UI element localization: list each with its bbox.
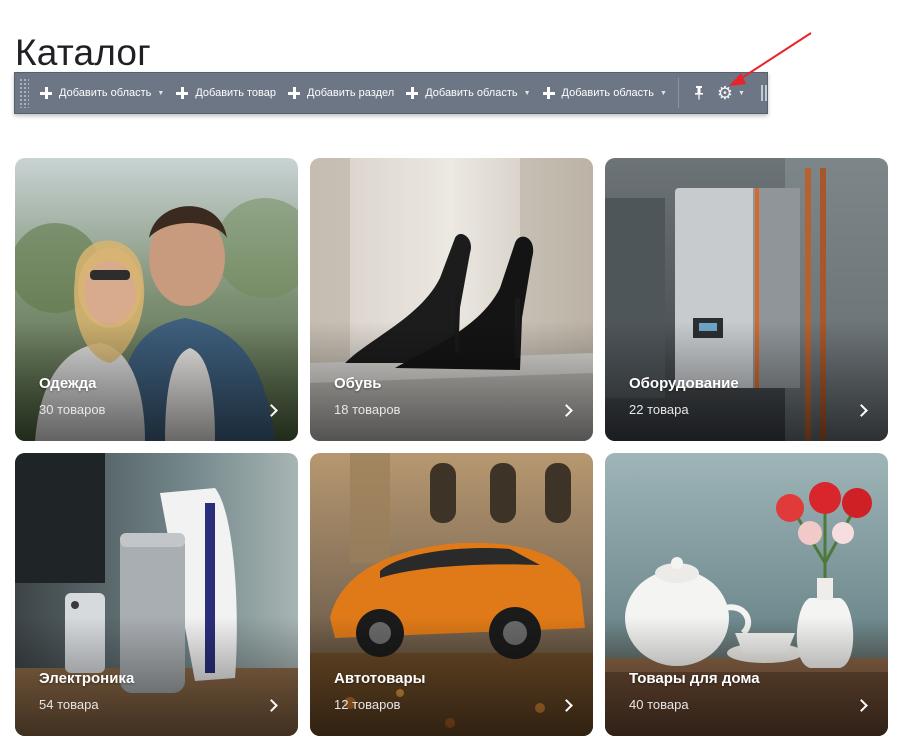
toolbar-divider <box>677 78 679 108</box>
add-area-label: Добавить область <box>561 87 654 99</box>
gear-icon: ⚙ <box>716 82 734 103</box>
add-area-button-2[interactable]: Добавить область ▼ <box>399 73 535 113</box>
toolbar-drag-handle[interactable] <box>19 78 29 108</box>
add-area-label: Добавить область <box>59 87 152 99</box>
chevron-down-icon[interactable]: ▼ <box>157 90 164 97</box>
catalog-card-clothing[interactable]: Одежда 30 товаров <box>15 158 298 441</box>
category-count: 54 товара <box>39 697 99 712</box>
catalog-card-auto[interactable]: Автотовары 12 товаров <box>310 453 593 736</box>
add-product-button[interactable]: Добавить товар <box>169 73 281 113</box>
settings-button[interactable]: ⚙ ▼ <box>713 73 749 113</box>
category-name: Автотовары <box>334 670 426 687</box>
category-name: Оборудование <box>629 375 739 392</box>
add-product-label: Добавить товар <box>195 87 277 99</box>
chevron-down-icon[interactable]: ▼ <box>524 90 531 97</box>
admin-toolbar: Добавить область ▼ Добавить товар Добави… <box>14 72 768 114</box>
catalog-card-shoes[interactable]: Обувь 18 товаров <box>310 158 593 441</box>
pin-icon[interactable] <box>685 73 713 113</box>
add-area-button-1[interactable]: Добавить область ▼ <box>33 73 169 113</box>
category-name: Товары для дома <box>629 670 760 687</box>
add-area-label: Добавить область <box>425 87 518 99</box>
category-count: 30 товаров <box>39 402 106 417</box>
catalog-card-home[interactable]: Товары для дома 40 товара <box>605 453 888 736</box>
category-name: Обувь <box>334 375 382 392</box>
plus-icon <box>288 87 301 99</box>
add-section-label: Добавить раздел <box>307 87 395 99</box>
plus-icon <box>40 87 52 99</box>
catalog-card-electronics[interactable]: Электроника 54 товара <box>15 453 298 736</box>
category-count: 18 товаров <box>334 402 401 417</box>
toolbar-resize-handle[interactable] <box>760 85 767 101</box>
chevron-down-icon[interactable]: ▼ <box>738 90 745 97</box>
category-count: 40 товара <box>629 697 689 712</box>
plus-icon <box>542 87 555 99</box>
page-title: Каталог <box>15 32 151 73</box>
category-name: Одежда <box>39 375 97 392</box>
category-count: 12 товаров <box>334 697 401 712</box>
plus-icon <box>406 87 419 99</box>
chevron-down-icon[interactable]: ▼ <box>660 90 667 97</box>
plus-icon <box>176 87 189 99</box>
add-section-button[interactable]: Добавить раздел <box>281 73 399 113</box>
catalog-card-equipment[interactable]: Оборудование 22 товара <box>605 158 888 441</box>
add-area-button-3[interactable]: Добавить область ▼ <box>536 73 672 113</box>
category-name: Электроника <box>39 670 135 687</box>
category-count: 22 товара <box>629 402 689 417</box>
